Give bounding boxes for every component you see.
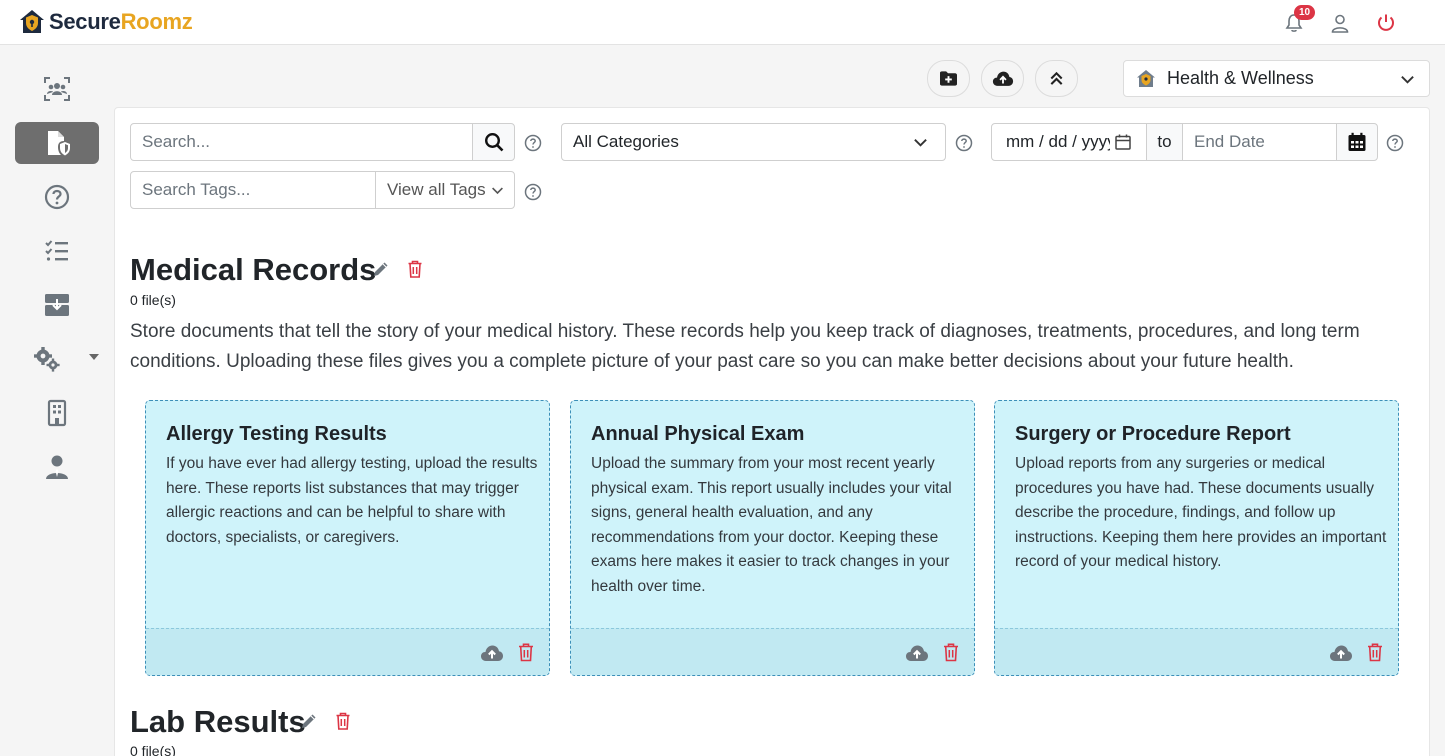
sidebar-item-settings[interactable] [15,338,99,380]
room-logo-icon [1137,69,1155,87]
card-footer [571,628,974,675]
calendar-icon [1348,132,1366,151]
app-brand-text: SecureRoomz [49,9,193,34]
category-select[interactable]: All Categories [561,123,946,161]
trash-delete-icon[interactable] [333,711,353,731]
card-title: Allergy Testing Results [166,423,387,445]
card-description: Upload the summary from your most recent… [591,455,952,595]
trash-delete-icon[interactable] [405,259,425,279]
pencil-edit-icon[interactable] [299,711,319,731]
sidebar-item-inbox[interactable] [15,284,99,326]
cloud-upload-icon[interactable] [1329,643,1353,663]
end-date-calendar-button[interactable] [1336,123,1378,161]
sidebar-item-documents[interactable] [15,122,99,164]
user-profile-icon[interactable] [1329,12,1351,34]
search-icon [484,132,503,152]
checklist-icon [45,240,68,261]
sidebar-item-team[interactable] [15,68,99,110]
sidebar-item-tasks[interactable] [15,230,99,272]
card-footer [146,628,549,675]
room-selector[interactable]: Health & Wellness [1123,60,1430,97]
gears-icon [34,347,60,372]
collapse-all-button[interactable] [1035,60,1078,97]
date-range-to-label: to [1146,123,1183,161]
sidebar-item-building[interactable] [15,392,99,434]
tags-search-input[interactable]: Search Tags... [130,171,376,209]
app-logo[interactable]: SecureRoomz [18,8,193,36]
cloud-upload-icon [992,71,1013,86]
power-logout-icon[interactable] [1375,12,1397,34]
chevrons-up-icon [1050,71,1063,85]
secure-file-icon [48,131,70,156]
chevron-down-icon [1401,76,1414,84]
pencil-edit-icon[interactable] [371,259,391,279]
user-tie-icon [46,455,68,479]
section-file-count: 0 file(s) [130,292,176,308]
view-all-tags-dropdown[interactable]: View all Tags [375,171,515,209]
end-date-input[interactable]: End Date [1182,123,1337,161]
room-name: Health & Wellness [1167,68,1314,88]
document-card[interactable]: Surgery or Procedure Report Upload repor… [994,400,1399,676]
upload-button[interactable] [981,60,1024,97]
search-input[interactable]: Search... [130,123,473,161]
notification-count-badge: 10 [1294,5,1316,20]
help-circle-icon[interactable] [955,134,973,152]
card-title: Annual Physical Exam [591,423,805,445]
inbox-tray-icon [45,294,69,316]
sidebar-item-advisor[interactable] [15,446,99,488]
team-focus-icon [44,77,70,101]
section-title: Lab Results [130,704,306,739]
sidebar-item-help[interactable] [15,176,99,218]
chevron-down-icon [491,186,503,194]
document-card[interactable]: Annual Physical Exam Upload the summary … [570,400,975,676]
folder-plus-icon [940,71,957,86]
section-title: Medical Records [130,252,377,287]
start-date-input[interactable]: mm / dd / yyyy [991,123,1147,161]
section-file-count: 0 file(s) [130,743,176,756]
house-shield-logo-icon [20,10,44,33]
main-panel: Search... All Categories mm / dd / yyyy … [114,107,1430,756]
card-description: Upload reports from any surgeries or med… [1015,455,1387,571]
trash-delete-icon[interactable] [942,642,960,662]
help-circle-icon[interactable] [1386,134,1404,152]
document-card[interactable]: Allergy Testing Results If you have ever… [145,400,550,676]
new-folder-button[interactable] [927,60,970,97]
search-button[interactable] [472,123,515,161]
question-circle-icon [44,184,70,210]
building-icon [47,399,67,427]
card-description: If you have ever had allergy testing, up… [166,455,538,546]
top-navbar: SecureRoomz 10 [0,0,1445,45]
help-circle-icon[interactable] [524,134,542,152]
category-selected-value: All Categories [573,132,679,151]
cloud-upload-icon[interactable] [480,643,504,663]
help-circle-icon[interactable] [524,183,542,201]
chevron-down-icon [914,139,927,147]
notifications-bell-icon[interactable]: 10 [1283,5,1316,34]
cloud-upload-icon[interactable] [905,643,929,663]
view-all-tags-label: View all Tags [387,180,486,199]
calendar-icon[interactable] [1114,133,1132,151]
trash-delete-icon[interactable] [517,642,535,662]
card-title: Surgery or Procedure Report [1015,423,1291,445]
sidebar [0,45,113,756]
settings-dropdown-caret-icon [89,354,99,360]
section-description: Store documents that tell the story of y… [130,321,1360,372]
trash-delete-icon[interactable] [1366,642,1384,662]
card-footer [995,628,1398,675]
start-date-placeholder: mm / dd / yyyy [1006,132,1110,151]
